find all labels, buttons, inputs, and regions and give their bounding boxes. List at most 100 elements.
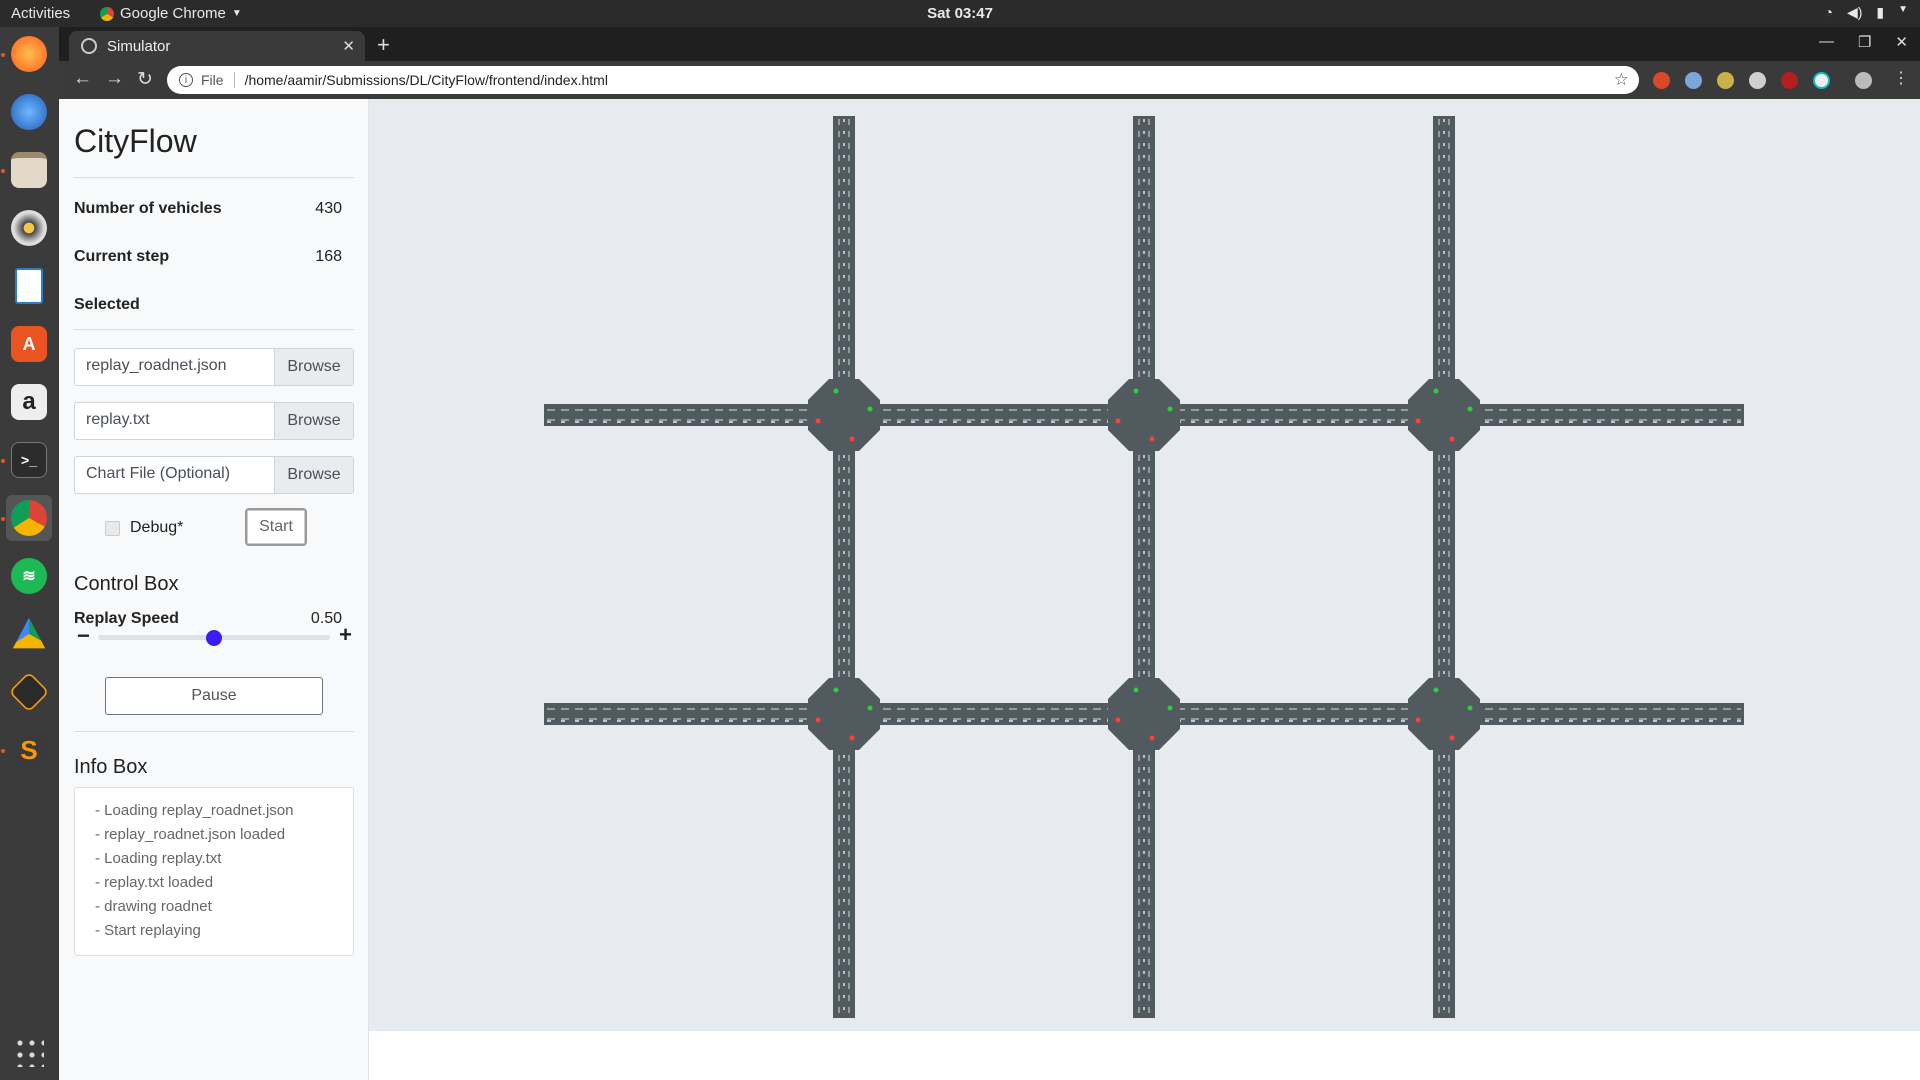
dock-firefox[interactable]: [6, 31, 52, 77]
chart-file-input[interactable]: Chart File (Optional) Browse: [74, 456, 354, 494]
chrome-icon: [11, 500, 47, 536]
reload-button[interactable]: ↻: [137, 68, 153, 91]
back-button[interactable]: ←: [73, 68, 92, 90]
drive-icon: [12, 617, 46, 649]
close-tab-icon[interactable]: ✕: [342, 37, 355, 55]
extension-icon[interactable]: [1813, 72, 1830, 89]
restore-icon[interactable]: ❐: [1858, 33, 1871, 51]
system-tray[interactable]: ◔ ◀) ▮ ▼: [1824, 4, 1908, 21]
roadnet-file-input[interactable]: replay_roadnet.json Browse: [74, 348, 354, 386]
close-window-icon[interactable]: ✕: [1895, 33, 1908, 51]
traffic-signal: [1433, 388, 1439, 394]
traffic-signal: [1467, 705, 1473, 711]
download-icon[interactable]: [1685, 72, 1702, 89]
chrome-icon: [100, 6, 114, 21]
dock-software[interactable]: A: [6, 321, 52, 367]
replay-speed-slider[interactable]: − +: [74, 622, 354, 648]
app-menu[interactable]: Google Chrome ▼: [100, 5, 242, 22]
star-icon[interactable]: ☆: [1614, 70, 1629, 90]
browse-button[interactable]: Browse: [274, 349, 353, 385]
traffic-signal: [849, 735, 855, 741]
file-name: replay.txt: [86, 411, 150, 428]
tab-simulator[interactable]: Simulator ✕: [69, 31, 365, 61]
software-center-icon: A: [11, 326, 47, 362]
dock-terminal[interactable]: >_: [6, 437, 52, 483]
running-indicator: [1, 517, 5, 521]
roadnet-map[interactable]: [369, 99, 1920, 1031]
browse-button[interactable]: Browse: [274, 457, 353, 493]
page-title: CityFlow: [74, 123, 197, 159]
divider: [233, 72, 235, 88]
traffic-signal: [1115, 717, 1121, 723]
dock-files[interactable]: [6, 147, 52, 193]
dock: A a >_ ≋ S: [0, 27, 59, 1080]
shield-icon[interactable]: [1717, 72, 1734, 89]
divider: [74, 329, 354, 330]
debug-toggle[interactable]: Debug*: [105, 519, 183, 537]
chevron-down-icon: ▼: [231, 8, 242, 19]
document-icon: [15, 268, 43, 304]
activities-button[interactable]: Activities: [11, 5, 70, 22]
avatar[interactable]: [1855, 72, 1872, 89]
debug-checkbox[interactable]: [105, 520, 120, 536]
extension-icon[interactable]: [1749, 72, 1766, 89]
traffic-signal: [1449, 735, 1455, 741]
dock-sublime[interactable]: S: [6, 727, 52, 773]
start-button[interactable]: Start: [245, 508, 307, 546]
dock-spotify[interactable]: ≋: [6, 553, 52, 599]
ublock-icon[interactable]: [1781, 72, 1798, 89]
dock-chrome[interactable]: [6, 495, 52, 541]
minus-icon[interactable]: −: [77, 623, 90, 649]
browser-tab-bar: Simulator ✕ + — ❐ ✕: [59, 27, 1920, 61]
show-applications-button[interactable]: [6, 1029, 52, 1075]
file-name: Chart File (Optional): [86, 465, 231, 482]
pause-button[interactable]: Pause: [105, 677, 323, 715]
dock-writer[interactable]: [6, 263, 52, 309]
slider-thumb[interactable]: [206, 630, 222, 646]
system-top-bar: Activities Google Chrome ▼ Sat 03:47 ◔ ◀…: [0, 0, 1920, 27]
traffic-signal: [815, 717, 821, 723]
traffic-signal: [1167, 406, 1173, 412]
replay-file-input[interactable]: replay.txt Browse: [74, 402, 354, 440]
traffic-signal: [1449, 436, 1455, 442]
spotify-icon: ≋: [11, 558, 47, 594]
vehicles-value: 430: [315, 200, 342, 217]
wifi-icon: ◔: [1824, 4, 1833, 20]
file-name: replay_roadnet.json: [86, 357, 227, 374]
info-box-title: Info Box: [74, 756, 148, 778]
url-text[interactable]: /home/aamir/Submissions/DL/CityFlow/fron…: [245, 72, 608, 88]
browse-button[interactable]: Browse: [274, 403, 353, 439]
globe-icon: [81, 38, 97, 54]
minimize-icon[interactable]: —: [1819, 33, 1834, 51]
extension-icon[interactable]: [1653, 72, 1670, 89]
selected-label: Selected: [74, 296, 140, 313]
dock-amazon[interactable]: a: [6, 379, 52, 425]
dock-drive[interactable]: [6, 611, 52, 657]
replay-speed-row: Replay Speed 0.50: [74, 610, 354, 628]
divider: [74, 177, 354, 178]
running-indicator: [1, 53, 5, 57]
virtualbox-icon: [8, 671, 50, 713]
traffic-signal: [833, 388, 839, 394]
plus-icon[interactable]: +: [339, 622, 352, 648]
files-icon: [11, 152, 47, 188]
intersection: [808, 379, 880, 451]
address-bar[interactable]: i File /home/aamir/Submissions/DL/CityFl…: [167, 66, 1639, 94]
info-line: - replay.txt loaded: [95, 874, 214, 891]
dock-virtualbox[interactable]: [6, 669, 52, 715]
info-line: - Loading replay_roadnet.json: [95, 802, 294, 819]
simulation-canvas[interactable]: [369, 99, 1920, 1031]
traffic-signal: [1415, 717, 1421, 723]
info-icon[interactable]: i: [179, 73, 193, 87]
url-scheme: File: [201, 72, 224, 88]
system-clock[interactable]: Sat 03:47: [927, 5, 993, 22]
sublime-icon: S: [11, 732, 47, 768]
traffic-signal: [1149, 436, 1155, 442]
intersection: [1408, 678, 1480, 750]
intersection: [1108, 379, 1180, 451]
dock-thunderbird[interactable]: [6, 89, 52, 135]
menu-icon[interactable]: ⋮: [1893, 68, 1909, 88]
forward-button[interactable]: →: [105, 68, 124, 90]
new-tab-button[interactable]: +: [377, 32, 390, 58]
dock-rhythmbox[interactable]: [6, 205, 52, 251]
